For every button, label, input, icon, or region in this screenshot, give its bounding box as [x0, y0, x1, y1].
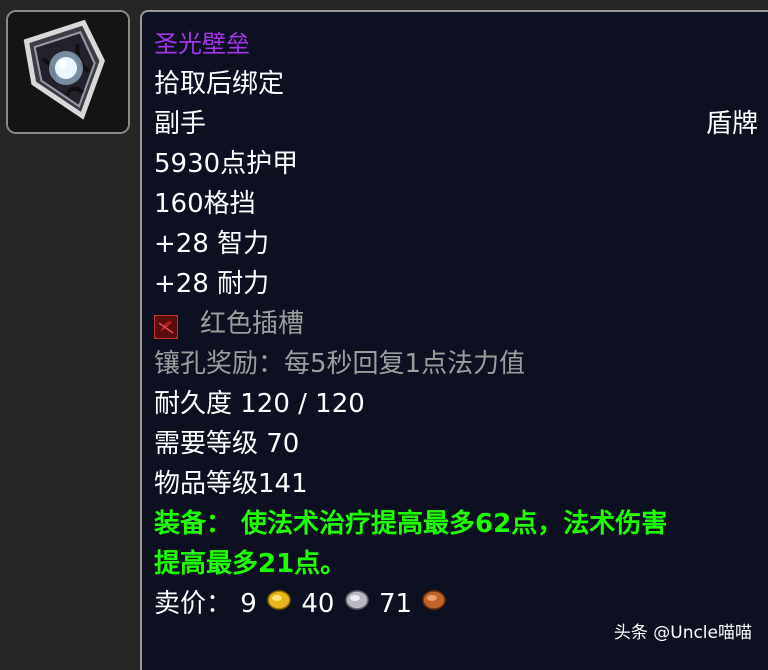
- red-socket-icon: [153, 311, 179, 340]
- sell-copper-value: 71: [378, 589, 413, 619]
- copper-coin-icon: [422, 583, 447, 623]
- bind-type: 拾取后绑定: [154, 69, 285, 99]
- stat-intellect: +28 智力: [154, 229, 270, 259]
- item-name: 圣光壁垒: [154, 30, 250, 58]
- socket-label: 红色插槽: [200, 309, 305, 339]
- sell-price: 卖价： 9 40 71: [154, 584, 448, 624]
- armor-value: 5930点护甲: [154, 149, 299, 179]
- item-slot: 副手: [154, 109, 207, 139]
- socket-row: 红色插槽: [153, 304, 305, 344]
- silver-coin-icon: [344, 583, 369, 623]
- item-icon-frame: [6, 10, 130, 134]
- shield-icon: [8, 12, 128, 132]
- gold-coin-icon: [267, 583, 291, 623]
- socket-bonus: 镶孔奖励：每5秒回复1点法力值: [154, 349, 526, 379]
- sell-gold-value: 9: [240, 589, 257, 619]
- watermark: 头条 @Uncle喵喵: [613, 623, 752, 643]
- required-level: 需要等级 70: [154, 429, 300, 459]
- sell-silver-value: 40: [301, 589, 335, 619]
- stat-stamina: +28 耐力: [154, 269, 270, 299]
- sell-label: 卖价：: [154, 589, 233, 619]
- equip-effect-line1: 装备： 使法术治疗提高最多62点，法术伤害: [154, 509, 668, 539]
- durability: 耐久度 120 / 120: [154, 389, 365, 419]
- item-tooltip: 圣光壁垒 拾取后绑定 副手 盾牌 5930点护甲 160格挡 +28 智力 +2…: [140, 10, 768, 670]
- item-level: 物品等级141: [154, 469, 308, 499]
- slot-row: 副手 盾牌: [154, 104, 758, 144]
- equip-effect-line2: 提高最多21点。: [154, 549, 347, 579]
- item-type: 盾牌: [705, 109, 758, 139]
- block-value: 160格挡: [154, 189, 256, 219]
